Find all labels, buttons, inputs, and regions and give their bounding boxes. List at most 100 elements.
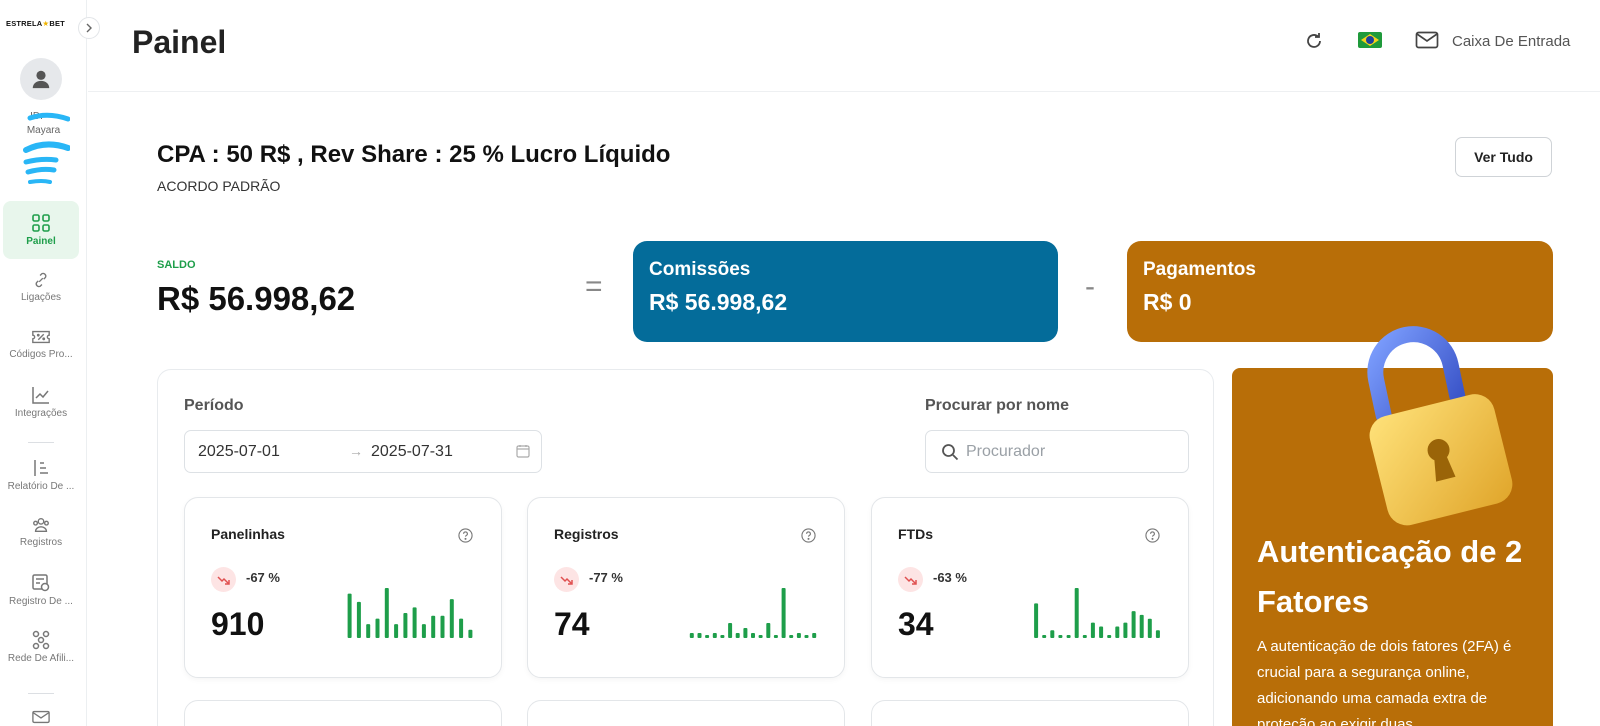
sparkline-bar (743, 628, 748, 638)
sparkline-bar (1123, 622, 1128, 638)
refresh-icon[interactable] (1304, 31, 1324, 51)
sidebar-collapse-button[interactable] (78, 17, 100, 39)
help-icon[interactable] (801, 528, 816, 543)
payments-value: R$ 0 (1143, 289, 1192, 315)
stat-change: -63 % (933, 570, 967, 585)
stats-panel: Período 2025-07-01 → 2025-07-31 Procurar… (157, 369, 1214, 726)
sidebar-divider (28, 442, 54, 443)
sidebar-item-relatorio[interactable]: Relatório De ... (3, 458, 79, 492)
stat-value: 74 (554, 606, 590, 642)
sparkline-chart (1034, 588, 1160, 638)
sparkline-bar (384, 588, 389, 638)
sparkline-bar (356, 601, 361, 638)
sparkline-bar (705, 635, 710, 638)
sparkline-bar (459, 618, 464, 638)
sparkline-chart (689, 588, 817, 638)
redaction-scribble (23, 112, 70, 184)
sparkline-bar (440, 615, 445, 638)
stat-title: Registros (554, 526, 619, 542)
sidebar-item-rede[interactable]: Rede De Afili... (3, 630, 79, 664)
padlock-icon (1367, 326, 1513, 526)
date-range-picker[interactable]: 2025-07-01 → 2025-07-31 (184, 430, 542, 473)
sparkline-bar (366, 624, 371, 638)
sidebar-item-label: Integrações (14, 408, 68, 419)
promo-title: Autenticação de 2 Fatores (1257, 534, 1523, 619)
sidebar-item-ligacoes[interactable]: Ligações (3, 271, 79, 303)
stat-card[interactable] (527, 700, 845, 726)
deal-title: CPA : 50 R$ , Rev Share : 25 % Lucro Líq… (157, 141, 671, 168)
stat-card-ftds[interactable]: FTDs -63 % 34 (871, 497, 1189, 678)
sparkline-bar (720, 635, 725, 638)
brand-logo[interactable]: ESTRELA★BET (6, 19, 65, 28)
commissions-card[interactable]: Comissões R$ 56.998,62 (633, 241, 1058, 342)
search-icon (942, 444, 959, 461)
balance-label: SALDO (157, 259, 196, 271)
user-icon (32, 70, 50, 89)
stat-value: 34 (898, 606, 934, 642)
sidebar-item-painel[interactable]: Painel (3, 201, 79, 259)
stat-card[interactable] (184, 700, 502, 726)
trend-down-badge (554, 567, 579, 592)
page-title: Painel (132, 24, 227, 60)
sidebar-item-mail[interactable] (3, 710, 79, 726)
sparkline-bar (1034, 603, 1039, 638)
grid-icon (32, 214, 50, 232)
network-icon (32, 630, 50, 650)
sparkline-bar (712, 633, 717, 638)
sidebar-item-registros[interactable]: Registros (3, 516, 79, 548)
sidebar-item-label: Painel (26, 236, 56, 247)
sparkline-bar (403, 613, 408, 638)
sparkline-bar (1155, 630, 1160, 638)
sparkline-bar (689, 633, 694, 638)
sparkline-bar (421, 624, 426, 638)
sidebar-item-label: Registros (19, 537, 63, 548)
sidebar-item-label: Rede De Afili... (7, 653, 75, 664)
sparkline-bar (1050, 630, 1055, 638)
trend-down-icon (217, 575, 230, 585)
sparkline-bar (1099, 626, 1104, 638)
date-to[interactable]: 2025-07-31 (371, 443, 453, 461)
stat-card-registros[interactable]: Registros -77 % 74 (527, 497, 845, 678)
sparkline-bar (735, 633, 740, 638)
help-icon[interactable] (1145, 528, 1160, 543)
sparkline-bar (1042, 635, 1047, 638)
sparkline-bar (697, 633, 702, 638)
sparkline-bar (812, 633, 817, 638)
search-input[interactable] (966, 441, 1176, 463)
sparkline-bar (375, 618, 380, 638)
sidebar-item-label: Relatório De ... (7, 481, 75, 492)
view-all-button[interactable]: Ver Tudo (1455, 137, 1552, 177)
sparkline-bar (1115, 626, 1120, 638)
date-from[interactable]: 2025-07-01 (198, 443, 280, 461)
chevron-right-icon (86, 23, 92, 33)
avatar[interactable] (20, 58, 62, 100)
sidebar-item-registro-de[interactable]: Registro De ... (3, 573, 79, 607)
sparkline-bar (1147, 618, 1152, 638)
search-label: Procurar por nome (925, 397, 1070, 414)
sparkline-bar (1139, 614, 1144, 638)
minus-sign: - (1085, 270, 1095, 303)
sidebar-item-label: Registro De ... (9, 596, 73, 607)
stat-card[interactable] (871, 700, 1189, 726)
calendar-icon (516, 445, 530, 458)
brazil-flag-icon[interactable] (1358, 32, 1382, 48)
sparkline-bar (1082, 635, 1087, 638)
users-icon (33, 517, 49, 533)
sidebar: ESTRELA★BET ID: Mayara Painel Ligações C… (0, 0, 87, 726)
sparkline-bar (468, 629, 473, 638)
mail-icon[interactable] (1415, 31, 1439, 49)
sidebar-item-label: Ligações (20, 292, 62, 303)
inbox-link[interactable]: Caixa De Entrada (1452, 33, 1570, 50)
stat-card-panelinhas[interactable]: Panelinhas -67 % 910 (184, 497, 502, 678)
stat-title: Panelinhas (211, 526, 285, 542)
sparkline-bar (773, 635, 778, 638)
sparkline-bar (394, 624, 399, 638)
sparkline-bar (412, 607, 417, 638)
sparkline-bar (728, 623, 733, 638)
help-icon[interactable] (458, 528, 473, 543)
register-log-icon (32, 574, 50, 592)
sidebar-item-codigos[interactable]: Códigos Pro... (3, 328, 79, 360)
sidebar-item-integracoes[interactable]: Integrações (3, 385, 79, 419)
balance-value: R$ 56.998,62 (157, 280, 356, 317)
search-field[interactable] (925, 430, 1189, 473)
